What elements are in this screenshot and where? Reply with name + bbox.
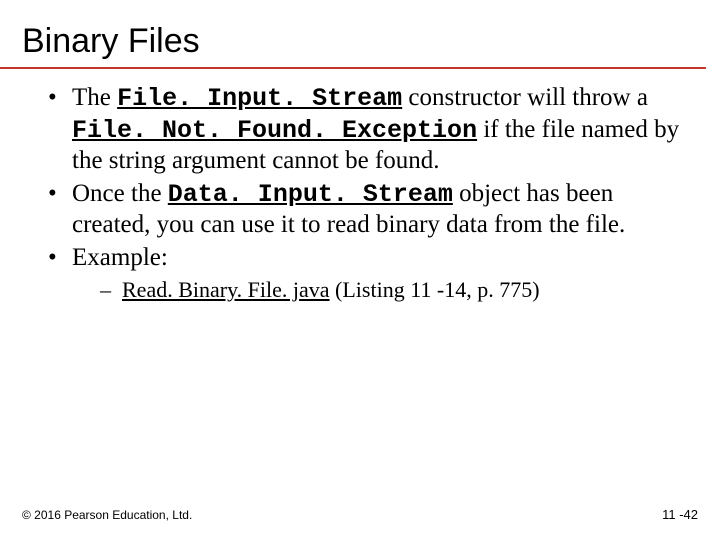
code-fileinputstream: File. Input. Stream — [117, 84, 402, 113]
link-readbinaryfile[interactable]: Read. Binary. File. java — [122, 277, 330, 302]
text: Once the — [72, 180, 168, 207]
code-filenotfoundexception: File. Not. Found. Exception — [72, 116, 477, 145]
bullet-list: The File. Input. Stream constructor will… — [48, 83, 690, 304]
code-datainputstream: Data. Input. Stream — [168, 180, 453, 209]
text: The — [72, 84, 117, 111]
copyright: © 2016 Pearson Education, Ltd. — [22, 508, 192, 522]
bullet-item-3: Example: Read. Binary. File. java (Listi… — [48, 243, 690, 304]
slide-body: The File. Input. Stream constructor will… — [0, 69, 720, 304]
page-number: 11 -42 — [662, 507, 698, 522]
text: (Listing 11 -14, p. 775) — [330, 277, 540, 302]
slide: Binary Files The File. Input. Stream con… — [0, 0, 720, 540]
bullet-item-1: The File. Input. Stream constructor will… — [48, 83, 690, 177]
text: Example: — [72, 244, 168, 271]
sub-bullet-item-1: Read. Binary. File. java (Listing 11 -14… — [100, 277, 690, 304]
slide-title: Binary Files — [0, 0, 706, 69]
text: constructor will throw a — [402, 84, 648, 111]
sub-bullet-list: Read. Binary. File. java (Listing 11 -14… — [72, 277, 690, 304]
bullet-item-2: Once the Data. Input. Stream object has … — [48, 179, 690, 241]
